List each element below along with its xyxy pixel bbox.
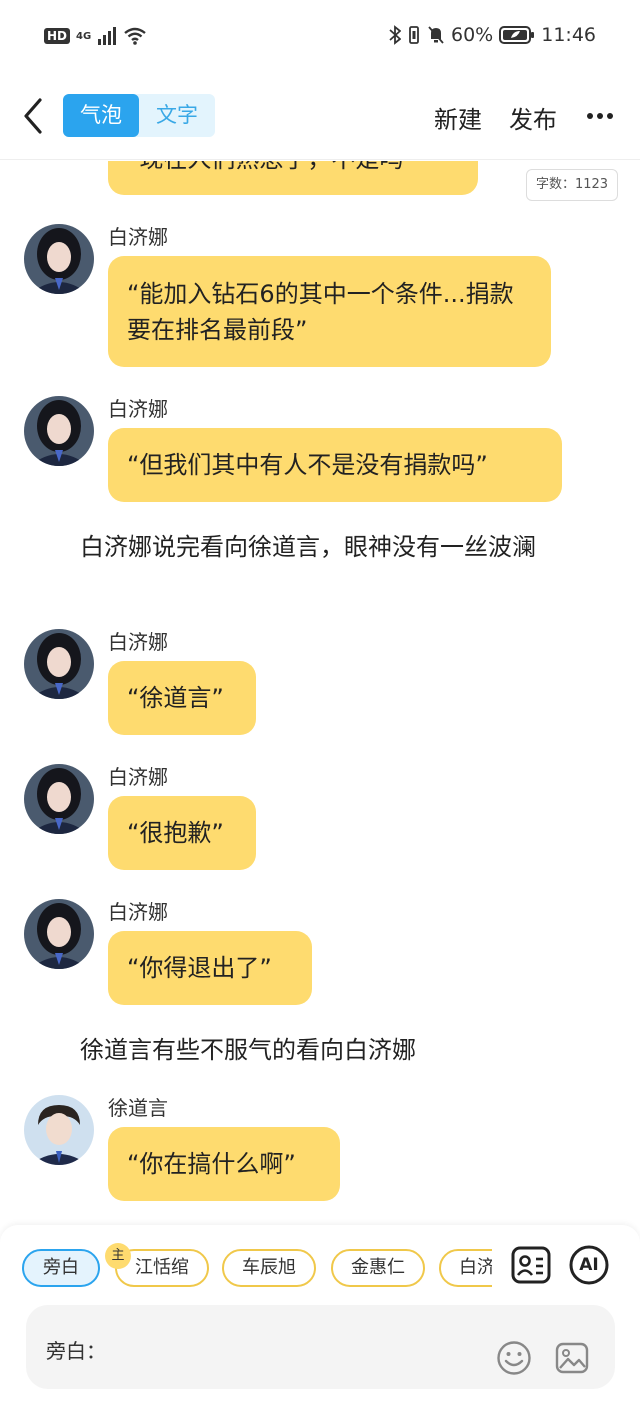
speaker-name: 白济娜 — [108, 630, 168, 654]
portrait-image — [24, 224, 94, 294]
vibrate-icon — [409, 26, 419, 44]
narration-text[interactable]: 徐道言有些不服气的看向白济娜 — [24, 1032, 584, 1069]
chat-area[interactable]: “现在人们熟悉了，不是吗” 字数：1123 白济娜 “能加入钻石6的其中一个条件… — [0, 161, 640, 1225]
narration-text[interactable]: 白济娜说完看向徐道言，眼神没有一丝波澜 — [24, 529, 584, 566]
message-bubble[interactable]: “你得退出了” — [108, 931, 312, 1005]
portrait-image — [24, 764, 94, 834]
portrait-image — [24, 629, 94, 699]
message-bubble[interactable]: “徐道言” — [108, 661, 256, 735]
host-badge: 主 — [105, 1243, 131, 1269]
avatar-baek-jena[interactable] — [24, 629, 94, 699]
status-right: 60% 11:46 — [389, 24, 596, 46]
avatar-baek-jena[interactable] — [24, 396, 94, 466]
avatar-baek-jena[interactable] — [24, 899, 94, 969]
image-icon[interactable] — [554, 1340, 590, 1376]
back-arrow-icon[interactable] — [18, 96, 48, 136]
character-selector: 旁白 江恬绾 车辰旭 金惠仁 白济娜 — [0, 1249, 492, 1289]
more-options-icon[interactable] — [586, 106, 614, 126]
message-text: “徐道言” — [127, 684, 224, 712]
publish-button[interactable]: 发布 — [509, 100, 557, 135]
mute-bell-icon — [428, 26, 444, 44]
battery-percent: 60% — [451, 24, 494, 46]
input-speaker-label: 旁白： — [46, 1339, 106, 1363]
message-input-box[interactable]: 旁白： — [26, 1305, 615, 1389]
bluetooth-icon — [389, 25, 401, 45]
message-bubble[interactable]: “能加入钻石6的其中一个条件...捐款要在排名最前段” — [108, 256, 551, 367]
hd-badge: HD — [44, 28, 71, 44]
clock: 11:46 — [541, 24, 596, 46]
message-input[interactable] — [106, 1325, 486, 1369]
chip-character[interactable]: 金惠仁 — [331, 1249, 425, 1287]
speaker-name: 白济娜 — [108, 225, 168, 249]
avatar-baek-jena[interactable] — [24, 764, 94, 834]
mode-toggle: 气泡 文字 — [63, 94, 215, 137]
speaker-name: 徐道言 — [108, 1096, 168, 1120]
chip-narrator[interactable]: 旁白 — [22, 1249, 100, 1287]
word-count-badge: 字数：1123 — [526, 169, 618, 201]
message-bubble[interactable]: “现在人们熟悉了，不是吗” — [108, 161, 478, 195]
ai-assistant-button[interactable]: AI — [568, 1244, 610, 1286]
status-bar: HD 4G 60% 11:46 — [0, 0, 640, 78]
message-text: “能加入钻石6的其中一个条件...捐款要在排名最前段” — [127, 280, 514, 344]
message-text: “很抱歉” — [127, 819, 224, 847]
tab-bubble-mode[interactable]: 气泡 — [63, 94, 139, 137]
portrait-image — [24, 899, 94, 969]
chip-character[interactable]: 白济娜 — [439, 1249, 492, 1287]
wifi-icon — [124, 27, 146, 45]
avatar-baek-jena[interactable] — [24, 224, 94, 294]
signal-icon — [98, 27, 117, 45]
speaker-name: 白济娜 — [108, 765, 168, 789]
message-text: “现在人们熟悉了，不是吗” — [127, 161, 416, 173]
speaker-name: 白济娜 — [108, 900, 168, 924]
message-bubble[interactable]: “但我们其中有人不是没有捐款吗” — [108, 428, 562, 502]
message-bubble[interactable]: “你在搞什么啊” — [108, 1127, 340, 1201]
message-text: “你在搞什么啊” — [127, 1150, 296, 1178]
character-card-icon[interactable] — [510, 1244, 552, 1286]
speaker-name: 白济娜 — [108, 397, 168, 421]
message-text: “你得退出了” — [127, 954, 272, 982]
chip-character[interactable]: 车辰旭 — [222, 1249, 316, 1287]
emoji-icon[interactable] — [496, 1340, 532, 1376]
battery-icon — [499, 26, 535, 44]
message-text: “但我们其中有人不是没有捐款吗” — [127, 451, 488, 479]
top-nav: 气泡 文字 新建 发布 — [0, 78, 640, 160]
new-button[interactable]: 新建 — [434, 100, 482, 135]
tab-text-mode[interactable]: 文字 — [139, 94, 215, 137]
portrait-image — [24, 1095, 94, 1165]
avatar-xu-daoyan[interactable] — [24, 1095, 94, 1165]
message-bubble[interactable]: “很抱歉” — [108, 796, 256, 870]
status-left: HD 4G — [44, 27, 147, 45]
portrait-image — [24, 396, 94, 466]
ai-label: AI — [579, 1255, 599, 1275]
network-type: 4G — [76, 30, 92, 42]
composer-panel: 旁白 江恬绾 车辰旭 金惠仁 白济娜 主 AI 旁白： — [0, 1225, 640, 1415]
